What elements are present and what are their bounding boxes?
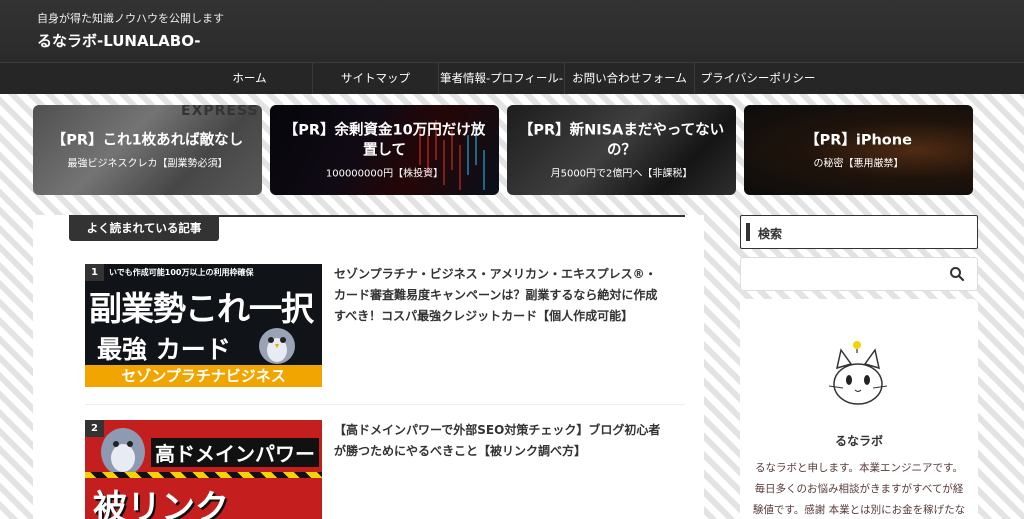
article-title[interactable]: 【高ドメインパワーで外部SEO対策チェック】ブログ初心者が勝つためにやるべきこと… (334, 420, 664, 462)
popular-article[interactable]: 2 高ドメインパワー 被リンク 【高ドメインパワーで外部SEO対策チェック】ブロ… (85, 420, 661, 519)
article-divider (85, 404, 685, 405)
carousel-card-title: 【PR】これ1枚あれば敵なし (51, 132, 244, 149)
search-form (740, 257, 978, 291)
cat-avatar-icon (828, 341, 888, 405)
nav-item-privacy[interactable]: プライバシーポリシー (695, 63, 821, 94)
carousel-card-subtitle: 100000000円【株投資】 (325, 168, 444, 180)
nav-item-contact[interactable]: お問い合わせフォーム (565, 63, 695, 94)
nav-item-profile[interactable]: 筆者情報-プロフィール- (439, 63, 565, 94)
nav-item-sitemap[interactable]: サイトマップ (313, 63, 439, 94)
global-nav: ホーム サイトマップ 筆者情報-プロフィール- お問い合わせフォーム プライバシ… (0, 62, 1024, 94)
caution-stripe (85, 472, 322, 478)
thumb-caption: いでも作成可能100万以上の利用枠確保 (109, 268, 254, 277)
search-widget-heading: 検索 (740, 215, 978, 249)
carousel-card-title: 【PR】新NISAまだやってないの？ (518, 122, 725, 159)
profile-bio: るなラボと申します。本業エンジニアです。毎日多くのお悩み相談がきますがすべてが経… (752, 462, 966, 516)
rank-badge: 2 (85, 420, 104, 437)
carousel-card-title: 【PR】余剰資金10万円だけ放置して (283, 122, 486, 159)
search-icon[interactable] (949, 266, 965, 282)
article-thumbnail[interactable]: 1 いでも作成可能100万以上の利用枠確保 副業勢これ一択 最強 カード セゾン… (85, 264, 322, 387)
carousel-card-credit[interactable]: EXPRESS 【PR】これ1枚あれば敵なし 最強ビジネスクレカ【副業勢必須】 (33, 105, 262, 195)
carousel-card-subtitle: の秘密【悪用厳禁】 (813, 158, 904, 170)
site-tagline: 自身が得た知識ノウハウを公開します (37, 12, 224, 25)
article-title[interactable]: セゾンプラチナ・ビジネス・アメリカン・エキスプレス®・カード審査難易度キャンペー… (334, 264, 664, 327)
carousel-card-subtitle: 最強ビジネスクレカ【副業勢必須】 (67, 158, 228, 170)
popular-article[interactable]: 1 いでも作成可能100万以上の利用枠確保 副業勢これ一択 最強 カード セゾン… (85, 264, 661, 387)
search-input[interactable] (741, 258, 936, 290)
thumb-subheadline: 最強 カード (97, 335, 231, 364)
rank-badge: 1 (85, 264, 104, 281)
nav-item-home[interactable]: ホーム (187, 63, 313, 94)
thumb-subheadline: 被リンク (93, 488, 229, 519)
avatar (819, 338, 897, 416)
search-heading-label: 検索 (758, 227, 783, 241)
carousel-card-subtitle: 月5000円で2億円へ【非課税】 (550, 168, 693, 180)
carousel-card-stocks[interactable]: 【PR】余剰資金10万円だけ放置して 100000000円【株投資】 (270, 105, 499, 195)
section-heading: よく読まれている記事 (69, 216, 219, 241)
site-header: 自身が得た知識ノウハウを公開します るなラボ-LUNALABO- (0, 0, 1024, 62)
article-thumbnail[interactable]: 2 高ドメインパワー 被リンク (85, 420, 322, 519)
site-title[interactable]: るなラボ-LUNALABO- (37, 30, 200, 51)
penguin-mascot-icon (259, 328, 295, 364)
thumb-banner: セゾンプラチナビジネス (85, 365, 322, 387)
carousel-card-nisa[interactable]: 【PR】新NISAまだやってないの？ 月5000円で2億円へ【非課税】 (507, 105, 736, 195)
carousel-card-iphone[interactable]: 【PR】iPhone の秘密【悪用厳禁】 (744, 105, 973, 195)
carousel-card-title: 【PR】iPhone (805, 132, 912, 149)
profile-name: るなラボ (834, 434, 883, 448)
thumb-headline: 高ドメインパワー (151, 438, 319, 467)
